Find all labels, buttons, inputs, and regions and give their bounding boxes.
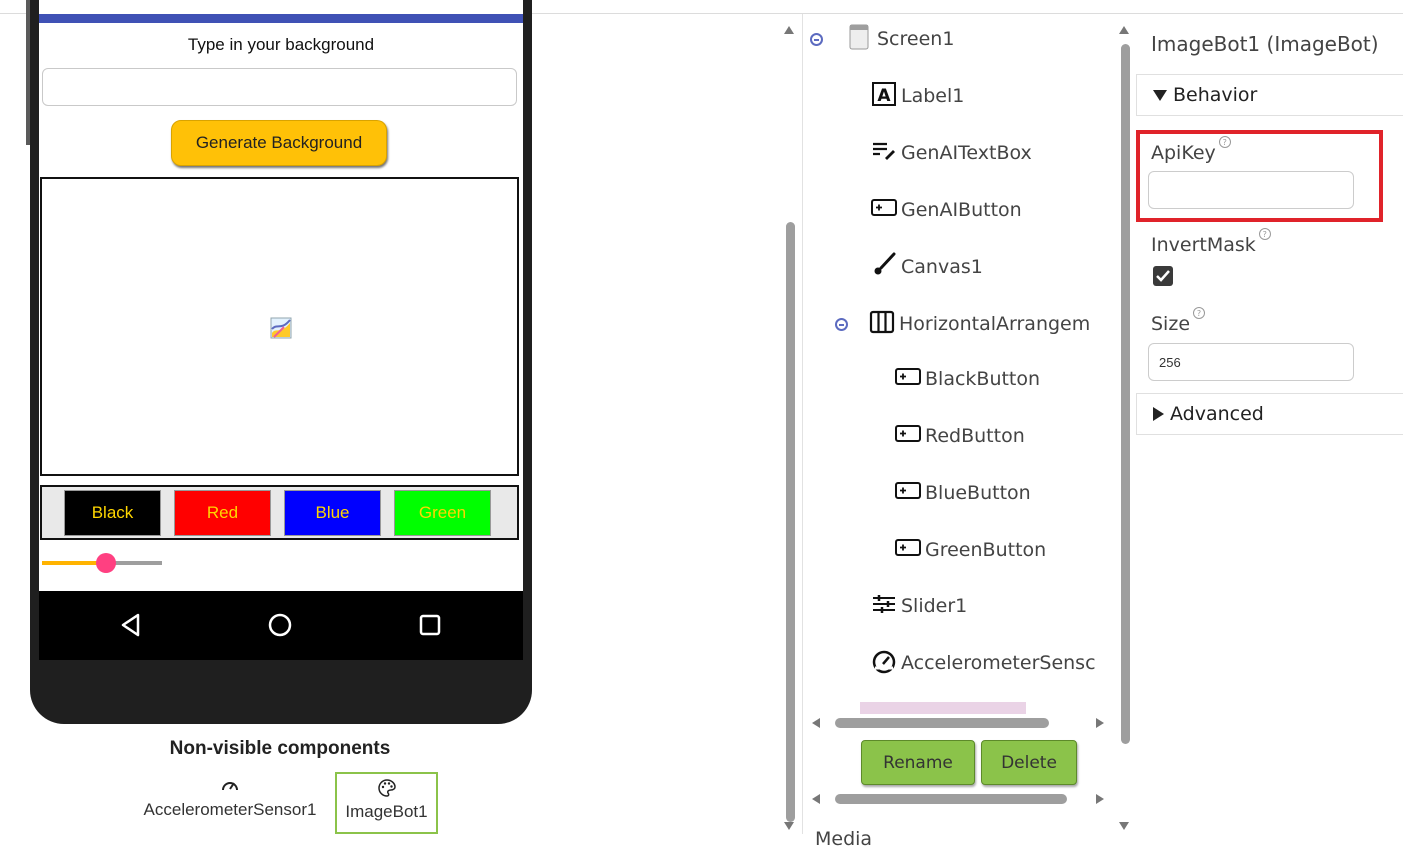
tree-item-bluebutton[interactable]: BlueButton bbox=[895, 478, 1031, 504]
green-button[interactable]: Green bbox=[394, 490, 491, 536]
tree-hscrollbar[interactable] bbox=[810, 715, 1106, 731]
slider-thumb[interactable] bbox=[96, 553, 116, 573]
button-icon bbox=[895, 539, 921, 556]
red-button[interactable]: Red bbox=[174, 490, 271, 536]
label-icon: A bbox=[872, 82, 896, 106]
collapse-harr-icon[interactable] bbox=[835, 318, 848, 331]
scrollbar-thumb[interactable] bbox=[786, 222, 795, 822]
hscroll-thumb[interactable] bbox=[835, 794, 1067, 804]
generate-background-button[interactable]: Generate Background bbox=[171, 120, 387, 166]
help-icon[interactable]: ? bbox=[1193, 307, 1206, 319]
size-label: Size? bbox=[1151, 307, 1206, 335]
canvas1[interactable] bbox=[40, 177, 519, 476]
horizontal-arrangement[interactable]: Black Red Blue Green bbox=[40, 485, 519, 540]
genai-textbox[interactable] bbox=[42, 68, 517, 106]
button-icon bbox=[895, 368, 921, 385]
blue-button[interactable]: Blue bbox=[284, 490, 381, 536]
tree-item-greenbutton[interactable]: GreenButton bbox=[895, 535, 1046, 561]
buttons-hscrollbar[interactable] bbox=[810, 791, 1106, 807]
nonvisible-imagebot-label: ImageBot1 bbox=[345, 802, 428, 821]
collapse-screen1-icon[interactable] bbox=[810, 33, 823, 46]
invertmask-checkbox[interactable] bbox=[1153, 266, 1173, 286]
button-icon bbox=[895, 482, 921, 499]
highlight-box bbox=[1136, 130, 1383, 222]
canvas-placeholder-icon bbox=[270, 317, 292, 339]
invertmask-label: InvertMask? bbox=[1151, 228, 1271, 256]
tree-item-screen1[interactable]: Screen1 bbox=[847, 24, 954, 50]
hscroll-thumb[interactable] bbox=[835, 718, 1049, 728]
textbox-icon bbox=[873, 142, 895, 160]
button-icon bbox=[895, 425, 921, 442]
speedometer-icon bbox=[872, 650, 896, 674]
checkmark-icon bbox=[1156, 270, 1170, 282]
brush-icon bbox=[874, 252, 896, 275]
tree-item-redbutton[interactable]: RedButton bbox=[895, 421, 1025, 447]
size-input[interactable]: 256 bbox=[1148, 343, 1354, 381]
rename-button[interactable]: Rename bbox=[861, 740, 975, 785]
svg-text:A: A bbox=[877, 86, 891, 106]
media-section-header[interactable]: Media bbox=[815, 826, 895, 848]
phone-screen: Type in your background Generate Backgro… bbox=[39, 0, 523, 591]
tree-item-imagebot-selected[interactable] bbox=[860, 702, 1026, 714]
black-button[interactable]: Black bbox=[64, 490, 161, 536]
properties-header: ImageBot1 (ImageBot) bbox=[1151, 32, 1379, 56]
delete-button[interactable]: Delete bbox=[981, 740, 1077, 785]
status-bar bbox=[39, 14, 523, 23]
behavior-section[interactable]: Behavior bbox=[1136, 74, 1403, 116]
nonvisible-title: Non-visible components bbox=[169, 738, 391, 759]
viewer-scrollbar[interactable] bbox=[780, 22, 800, 834]
component-tree: Screen1 A Label1 GenAITextBox GenAIButto… bbox=[803, 14, 1115, 714]
screen-icon bbox=[849, 24, 869, 50]
tree-item-canvas1[interactable]: Canvas1 bbox=[871, 252, 983, 278]
tree-item-slider1[interactable]: Slider1 bbox=[871, 591, 967, 617]
triangle-down-icon bbox=[1153, 89, 1167, 101]
nonvisible-imagebot[interactable]: ImageBot1 bbox=[335, 772, 438, 834]
tree-item-genaitextbox[interactable]: GenAITextBox bbox=[871, 138, 1032, 164]
scroll-left-icon[interactable] bbox=[812, 718, 820, 728]
scroll-right-icon[interactable] bbox=[1096, 718, 1104, 728]
tree-scrollbar[interactable] bbox=[1115, 22, 1135, 834]
tree-item-label1[interactable]: A Label1 bbox=[871, 81, 964, 107]
triangle-right-icon bbox=[1153, 407, 1164, 421]
tree-item-horizontalarrangement[interactable]: HorizontalArrangem bbox=[869, 309, 1090, 335]
home-icon[interactable] bbox=[263, 608, 297, 642]
scroll-down-icon[interactable] bbox=[1119, 822, 1129, 830]
tree-item-genaibutton[interactable]: GenAIButton bbox=[871, 195, 1022, 221]
advanced-section[interactable]: Advanced bbox=[1136, 393, 1403, 435]
tree-item-accelerometer[interactable]: AccelerometerSensc bbox=[871, 648, 1096, 674]
nonvisible-accelerometer[interactable]: AccelerometerSensor1 bbox=[128, 772, 332, 834]
button-icon bbox=[871, 199, 897, 216]
nonvisible-accelerometer-label: AccelerometerSensor1 bbox=[143, 800, 317, 819]
columns-icon bbox=[869, 310, 895, 334]
scroll-up-icon[interactable] bbox=[1119, 26, 1129, 34]
scroll-down-icon[interactable] bbox=[784, 822, 794, 830]
label1[interactable]: Type in your background bbox=[39, 35, 523, 55]
palette-icon bbox=[377, 779, 396, 797]
tree-item-blackbutton[interactable]: BlackButton bbox=[895, 364, 1040, 390]
scroll-up-icon[interactable] bbox=[784, 26, 794, 34]
slider-icon bbox=[873, 595, 895, 613]
scroll-right-icon[interactable] bbox=[1096, 794, 1104, 804]
scroll-left-icon[interactable] bbox=[812, 794, 820, 804]
android-nav-bar bbox=[39, 591, 523, 660]
scrollbar-thumb[interactable] bbox=[1121, 44, 1130, 744]
speedometer-icon bbox=[222, 782, 238, 791]
help-icon[interactable]: ? bbox=[1258, 228, 1271, 240]
back-icon[interactable] bbox=[114, 608, 148, 642]
recents-icon[interactable] bbox=[413, 608, 447, 642]
